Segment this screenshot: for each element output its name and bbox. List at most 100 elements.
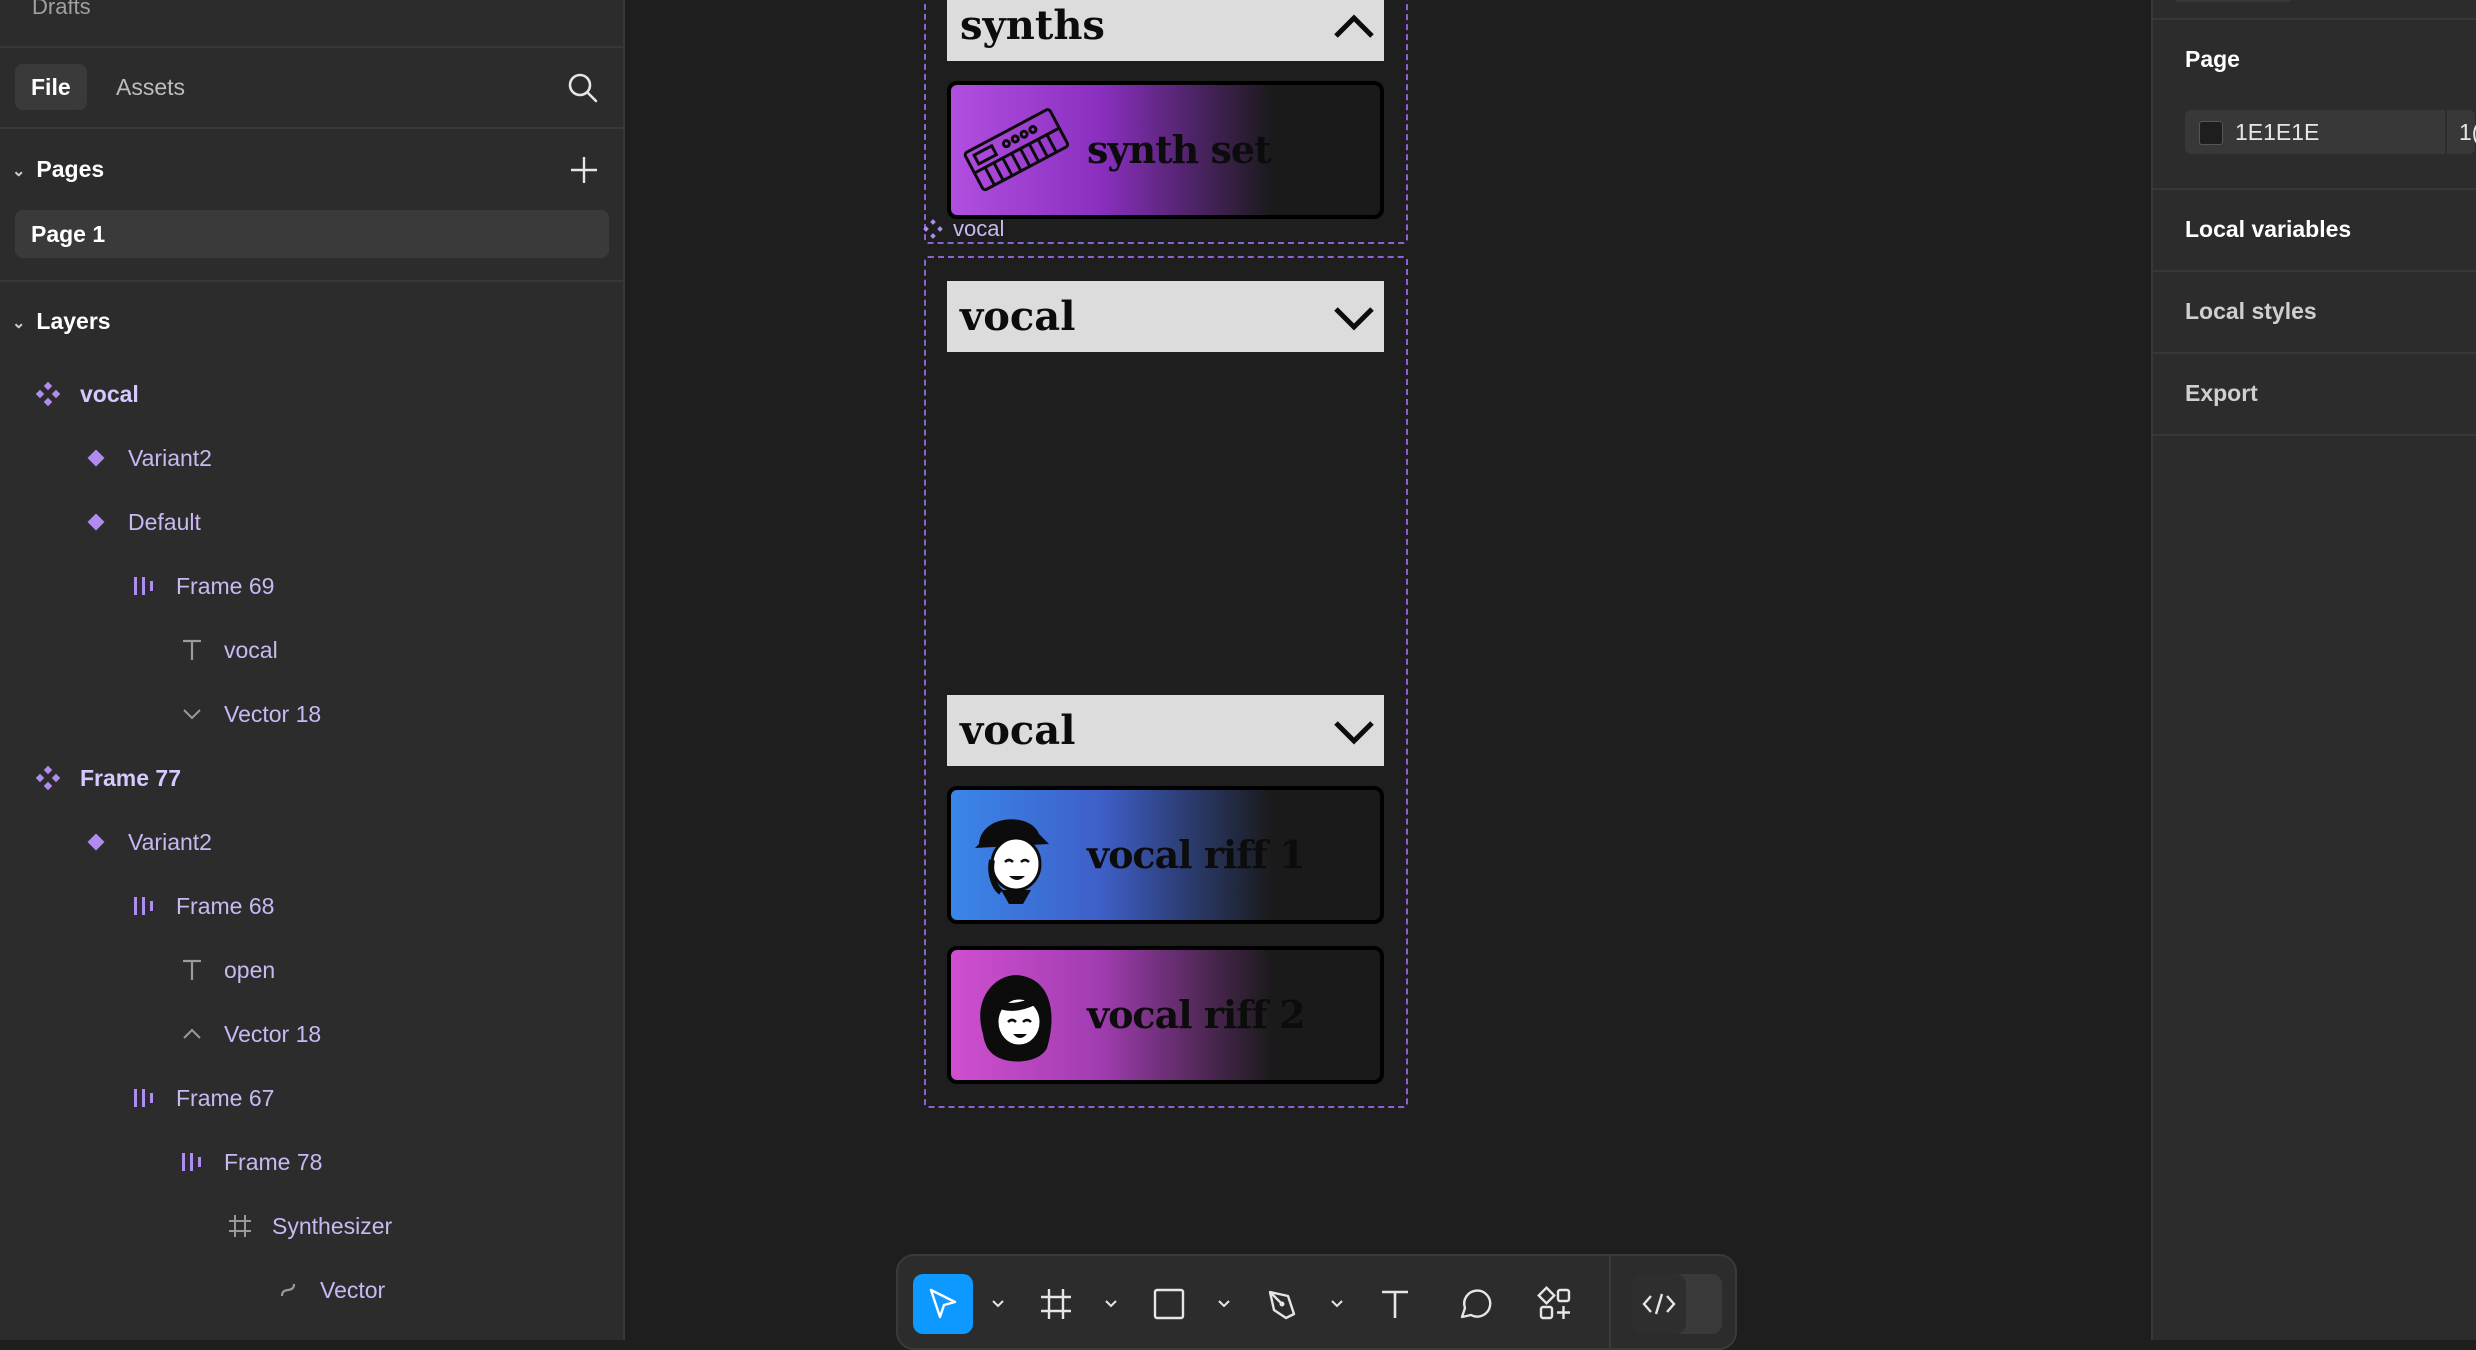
auto-layout-icon [134,897,153,915]
rectangle-icon [1153,1288,1185,1320]
pen-icon [1268,1290,1296,1320]
text-icon [183,639,201,660]
vector-icon [280,1283,296,1297]
layer-label: Vector 18 [224,1021,322,1047]
layer-label: Vector 18 [224,701,322,727]
component-name: vocal [953,216,1005,241]
local-variables-link[interactable]: Local variables [2185,216,2351,243]
layer-label: vocal [224,637,278,663]
layer-label: Default [128,509,201,535]
frame-icon [1041,1289,1071,1319]
layer-label: Frame 78 [224,1149,323,1175]
vector-chevron-down-icon [183,709,201,720]
auto-layout-icon [134,1089,153,1107]
page-item-page-1[interactable]: Page 1 [15,210,609,258]
divider [2153,188,2476,190]
pen-tool-button[interactable] [1252,1274,1312,1334]
text-icon [183,959,201,980]
card-title: vocal riff 2 [1087,992,1306,1037]
tab-file[interactable]: File [15,64,87,110]
drafts-breadcrumb[interactable]: Drafts [32,0,91,20]
divider [2153,352,2476,354]
add-page-icon[interactable] [566,152,602,188]
auto-layout-icon [134,577,153,595]
toolbar-divider [1609,1256,1611,1348]
background-opacity-value[interactable]: 1( [2459,110,2476,154]
auto-layout-icon [182,1153,201,1171]
code-icon [1642,1293,1676,1315]
divider [2153,270,2476,272]
layers-header[interactable]: ⌄ Layers [12,308,111,335]
variant-icon [87,833,105,851]
dropdown-label: vocal [960,707,1076,754]
move-tool-button[interactable] [913,1274,973,1334]
dev-mode-toggle[interactable] [1632,1274,1722,1334]
card-title: vocal riff 1 [1087,832,1306,877]
pages-title: Pages [36,156,105,182]
background-hex-value[interactable]: 1E1E1E [2235,110,2319,154]
resources-icon [1537,1286,1571,1320]
text-icon [1382,1290,1408,1318]
layer-label: Vector [320,1277,386,1303]
frame-tool-button[interactable] [1026,1274,1086,1334]
dropdown-vocal-variant2[interactable]: vocal [947,695,1384,766]
frame-icon [229,1215,251,1237]
layers-title: Layers [36,308,111,334]
actions-tool-button[interactable] [1525,1274,1585,1334]
chevron-down-icon[interactable] [990,1296,1006,1312]
local-styles-link[interactable]: Local styles [2185,298,2317,325]
cursor-arrow-icon [929,1288,957,1319]
dropdown-label: vocal [960,293,1076,340]
search-icon[interactable] [565,70,601,106]
divider [0,127,623,129]
component-set-icon [923,219,943,239]
field-separator [2445,110,2447,154]
color-swatch[interactable] [2199,121,2223,145]
comment-icon [1460,1289,1492,1319]
component-set-icon [35,381,61,407]
chevron-down-icon [1334,721,1374,745]
chevron-down-icon[interactable] [1103,1296,1119,1312]
layer-label: open [224,957,276,983]
layer-label: Variant2 [128,829,212,855]
variant-icon [87,513,105,531]
comment-tool-button[interactable] [1445,1274,1505,1334]
layer-label: Frame 77 [80,765,182,791]
singer-man-icon [975,819,1049,904]
dropdown-synths[interactable]: synths [947,0,1384,61]
chevron-down-icon[interactable] [1329,1296,1345,1312]
divider [2153,18,2476,20]
layer-label: Synthesizer [272,1213,393,1239]
tab-assets[interactable]: Assets [100,64,201,110]
layer-label: Frame 68 [176,893,275,919]
chevron-down-icon: ⌄ [12,314,26,332]
card-vocal-riff-2[interactable]: vocal riff 2 [947,946,1384,1084]
chevron-down-icon: ⌄ [12,162,26,180]
dropdown-label: synths [960,2,1105,49]
chevron-up-icon [1334,14,1374,38]
component-set-icon [35,765,61,791]
layer-label: Frame 69 [176,573,275,599]
chevron-down-icon [1334,307,1374,331]
layer-label: Frame 67 [176,1085,275,1111]
layer-label: Variant2 [128,445,212,471]
export-link[interactable]: Export [2185,380,2258,407]
chevron-down-icon[interactable] [1216,1296,1232,1312]
vector-chevron-up-icon [183,1028,201,1039]
divider [0,280,623,282]
synthesizer-icon [963,108,1070,192]
panel-tab[interactable] [2173,0,2293,2]
dropdown-vocal-default[interactable]: vocal [947,281,1384,352]
singer-woman-icon [980,975,1052,1062]
left-sidebar: Drafts File Assets ⌄ Pages Page 1 ⌄ Laye… [0,0,625,1340]
card-synth-set[interactable]: synth set [947,81,1384,219]
divider [0,46,623,48]
page-background-field[interactable]: 1E1E1E 1( [2185,110,2476,154]
page-section-title: Page [2185,46,2240,72]
right-panel: Page 1E1E1E 1( Local variables Local sty… [2151,0,2476,1340]
text-tool-button[interactable] [1365,1274,1425,1334]
pages-header[interactable]: ⌄ Pages [12,156,104,183]
card-vocal-riff-1[interactable]: vocal riff 1 [947,786,1384,924]
shape-tool-button[interactable] [1139,1274,1199,1334]
card-title: synth set [1087,127,1272,172]
